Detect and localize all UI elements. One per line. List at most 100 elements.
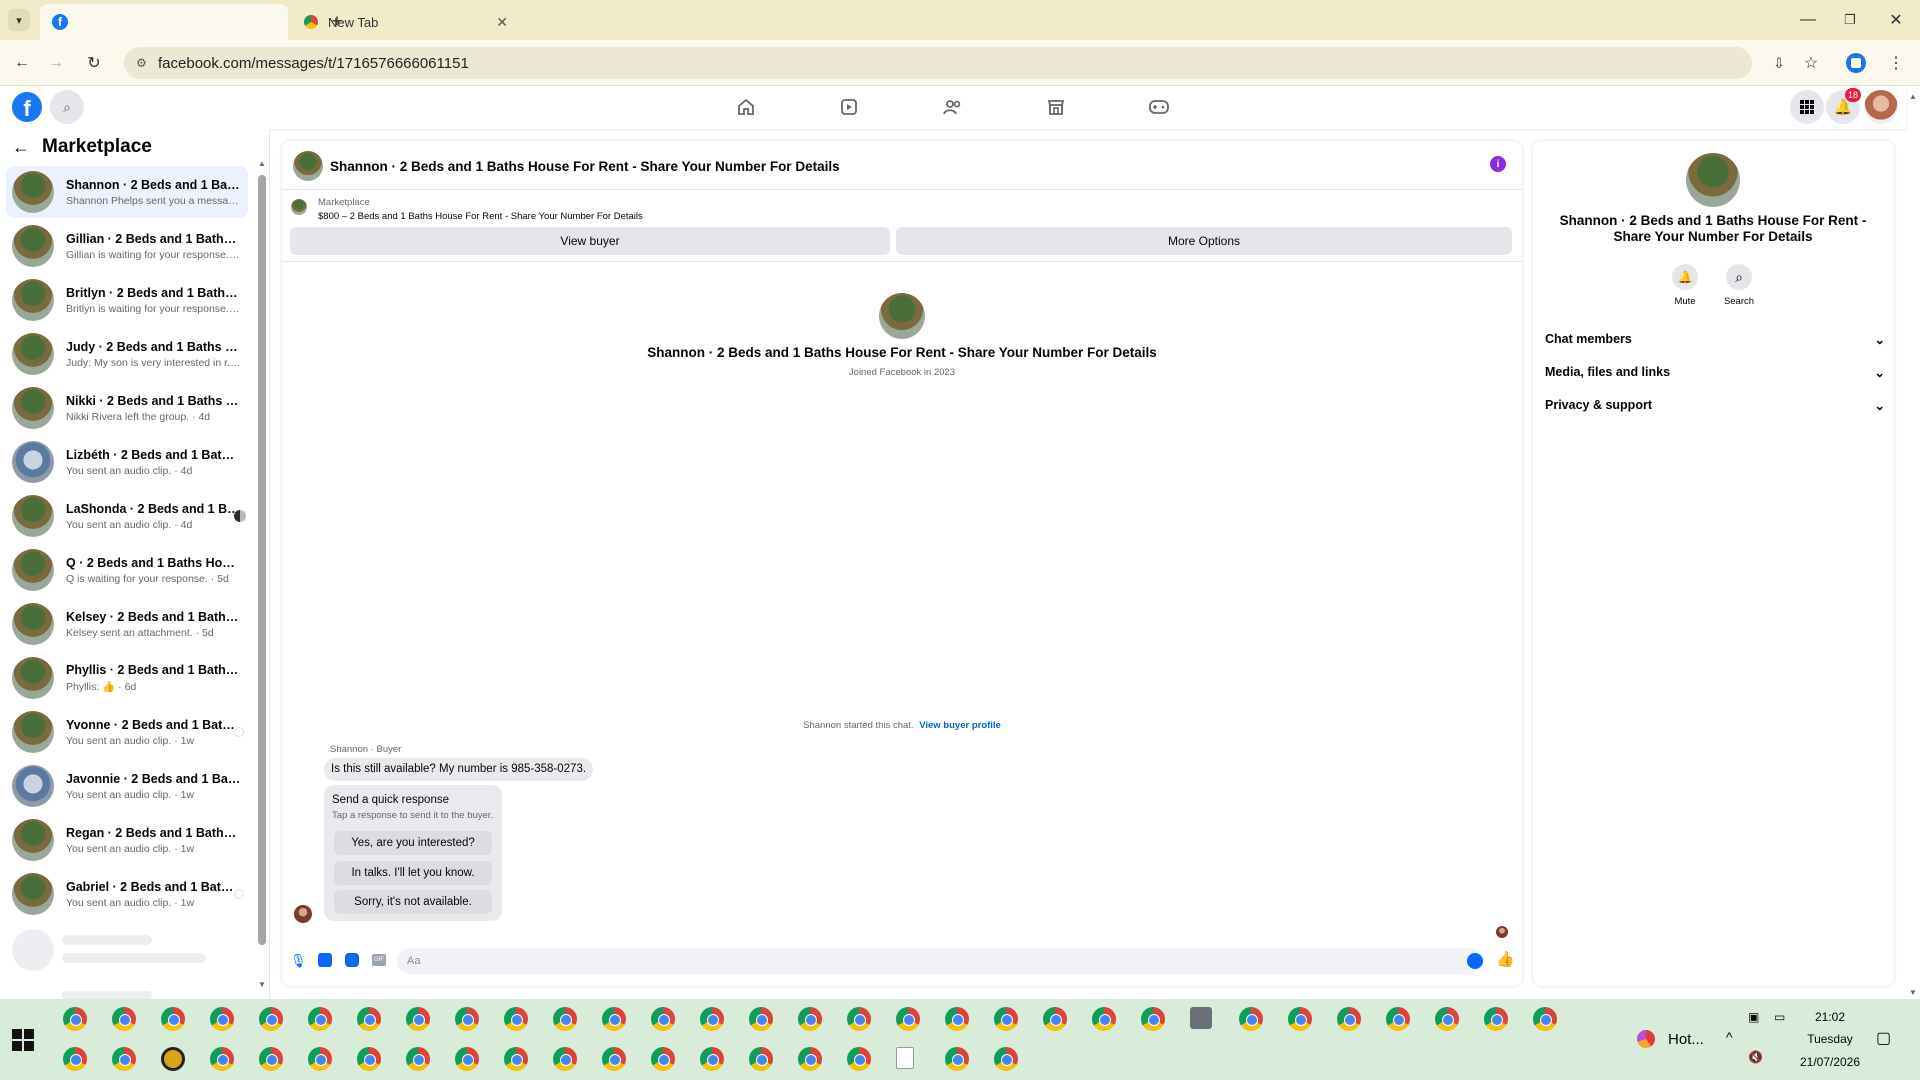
more-menu-icon[interactable]: ⋮ [1886, 51, 1906, 75]
chrome-taskbar-icon[interactable] [406, 1047, 430, 1071]
conversation-item[interactable]: Yvonne · 2 Beds and 1 Baths ... You sent … [6, 706, 248, 758]
chrome-taskbar-icon[interactable] [651, 1047, 675, 1071]
site-info-icon[interactable]: ⚙ [136, 56, 147, 70]
view-buyer-profile-link[interactable]: View buyer profile [919, 720, 1001, 731]
chrome-taskbar-icon[interactable] [1533, 1007, 1557, 1031]
gif-icon[interactable]: GIF [372, 954, 386, 966]
speaker-muted-icon[interactable]: 🔇 [1748, 1050, 1763, 1064]
chrome-taskbar-icon[interactable] [210, 1047, 234, 1071]
video-icon[interactable] [836, 96, 862, 118]
home-icon[interactable] [733, 96, 759, 118]
chrome-taskbar-icon[interactable] [798, 1047, 822, 1071]
conversation-item[interactable]: Q · 2 Beds and 1 Baths House F... Q is wa… [6, 544, 248, 596]
reload-icon[interactable]: ↻ [82, 51, 106, 75]
chrome-taskbar-icon[interactable] [112, 1047, 136, 1071]
search-icon[interactable]: ⌕ [50, 90, 84, 124]
chat-avatar[interactable] [293, 151, 323, 181]
forward-arrow-icon[interactable]: → [44, 51, 68, 75]
camera-icon[interactable]: ▣ [1748, 1010, 1759, 1024]
chrome-taskbar-icon[interactable] [994, 1007, 1018, 1031]
marketplace-icon[interactable] [1043, 96, 1069, 118]
chrome-taskbar-icon[interactable] [1043, 1007, 1067, 1031]
more-options-button[interactable]: More Options [896, 227, 1512, 255]
friends-icon[interactable] [940, 96, 966, 118]
weather-app-icon[interactable] [1637, 1030, 1655, 1048]
install-app-icon[interactable]: ⇩ [1767, 51, 1791, 75]
chrome-taskbar-icon[interactable] [602, 1007, 626, 1031]
conversation-item[interactable]: Nikki · 2 Beds and 1 Baths Hous... Nikki … [6, 382, 248, 434]
conversation-item[interactable]: Regan · 2 Beds and 1 Baths Hou... You sen… [6, 814, 248, 866]
bookmark-star-icon[interactable]: ☆ [1799, 51, 1823, 75]
chrome-taskbar-icon[interactable] [308, 1047, 332, 1071]
chrome-taskbar-icon[interactable] [1337, 1007, 1361, 1031]
chrome-taskbar-icon[interactable] [259, 1047, 283, 1071]
quick-response-button[interactable]: Sorry, it's not available. [334, 890, 492, 914]
chrome-taskbar-icon[interactable] [504, 1047, 528, 1071]
sender-avatar[interactable] [294, 905, 312, 923]
minimize-window-icon[interactable]: — [1796, 10, 1820, 30]
chrome-taskbar-icon[interactable] [700, 1047, 724, 1071]
tab-facebook[interactable]: f [40, 4, 288, 40]
chrome-taskbar-icon[interactable] [112, 1007, 136, 1031]
chrome-taskbar-icon[interactable] [945, 1047, 969, 1071]
chrome-taskbar-icon[interactable] [308, 1007, 332, 1031]
facebook-logo-icon[interactable]: f [12, 92, 42, 122]
new-tab-button[interactable]: + [326, 10, 348, 32]
chrome-taskbar-icon[interactable] [749, 1007, 773, 1031]
emoji-icon[interactable] [1467, 953, 1483, 969]
chrome-taskbar-icon[interactable] [1092, 1007, 1116, 1031]
listing-line[interactable]: $800 – 2 Beds and 1 Baths House For Rent… [318, 211, 643, 222]
chrome-taskbar-icon[interactable] [210, 1007, 234, 1031]
chrome-taskbar-icon[interactable] [1288, 1007, 1312, 1031]
clock-day[interactable]: Tuesday [1787, 1032, 1873, 1046]
tab-search-chevron-icon[interactable]: ▾ [8, 9, 30, 31]
taskbar-app-icon[interactable] [1190, 1007, 1212, 1029]
notification-center-icon[interactable]: ▢ [1876, 1028, 1891, 1048]
chrome-taskbar-icon[interactable] [357, 1047, 381, 1071]
chrome-taskbar-icon[interactable] [1435, 1007, 1459, 1031]
back-arrow-icon[interactable]: ← [12, 137, 30, 158]
address-input[interactable]: ⚙ facebook.com/messages/t/17165766660611… [124, 47, 1752, 79]
profile-avatar[interactable] [879, 293, 925, 339]
back-arrow-icon[interactable]: ← [10, 51, 34, 75]
microphone-icon[interactable]: 🎙 [290, 953, 307, 969]
quick-response-button[interactable]: Yes, are you interested? [334, 831, 492, 855]
chrome-taskbar-icon[interactable] [847, 1047, 871, 1071]
conversation-item[interactable]: Gabriel · 2 Beds and 1 Baths ... You sent… [6, 868, 248, 920]
conversation-item[interactable]: Lizbéth · 2 Beds and 1 Baths Ho... You se… [6, 436, 248, 488]
windows-start-icon[interactable] [12, 1029, 34, 1051]
chrome-taskbar-icon[interactable] [1141, 1007, 1165, 1031]
show-hidden-icons-chevron-icon[interactable]: ^ [1726, 1029, 1733, 1045]
conversation-item[interactable]: Javonnie · 2 Beds and 1 Baths H... You se… [6, 760, 248, 812]
chrome-taskbar-icon[interactable] [1484, 1007, 1508, 1031]
chrome-taskbar-icon[interactable] [700, 1007, 724, 1031]
media-files-section[interactable]: Media, files and links ⌄ [1545, 365, 1885, 380]
message-input[interactable]: Aa [397, 948, 1482, 974]
conversation-item[interactable]: Phyllis · 2 Beds and 1 Baths Hou... Phyll… [6, 652, 248, 704]
chrome-taskbar-icon[interactable] [504, 1007, 528, 1031]
sticker-icon[interactable] [345, 953, 359, 967]
message-bubble[interactable]: Is this still available? My number is 98… [324, 758, 594, 781]
info-icon[interactable]: i [1490, 156, 1506, 172]
conversation-item[interactable]: Shannon · 2 Beds and 1 Baths H... Shannon… [6, 166, 248, 218]
close-window-icon[interactable]: ✕ [1884, 10, 1908, 30]
tray-app-label[interactable]: Hot... [1668, 1031, 1704, 1048]
chrome-taskbar-icon[interactable] [896, 1007, 920, 1031]
conversation-item[interactable]: Kelsey · 2 Beds and 1 Baths Hou... Kelsey… [6, 598, 248, 650]
document-taskbar-icon[interactable] [896, 1047, 914, 1069]
chrome-taskbar-icon[interactable] [406, 1007, 430, 1031]
chrome-taskbar-icon[interactable] [553, 1047, 577, 1071]
gaming-icon[interactable] [1146, 96, 1172, 118]
page-scrollbar[interactable]: ▲ ▼ [1906, 92, 1920, 997]
chrome-taskbar-icon[interactable] [749, 1047, 773, 1071]
conversation-item[interactable]: Britlyn · 2 Beds and 1 Baths Hou... Britl… [6, 274, 248, 326]
menu-grid-icon[interactable] [1790, 90, 1824, 124]
clock-time[interactable]: 21:02 [1787, 1010, 1873, 1024]
privacy-support-section[interactable]: Privacy & support ⌄ [1545, 398, 1885, 413]
view-buyer-button[interactable]: View buyer [290, 227, 890, 255]
chrome-taskbar-icon[interactable] [994, 1047, 1018, 1071]
chrome-taskbar-icon[interactable] [63, 1047, 87, 1071]
conversation-avatar[interactable] [1686, 153, 1740, 207]
quick-response-button[interactable]: In talks. I'll let you know. [334, 861, 492, 885]
chrome-taskbar-icon[interactable] [945, 1007, 969, 1031]
